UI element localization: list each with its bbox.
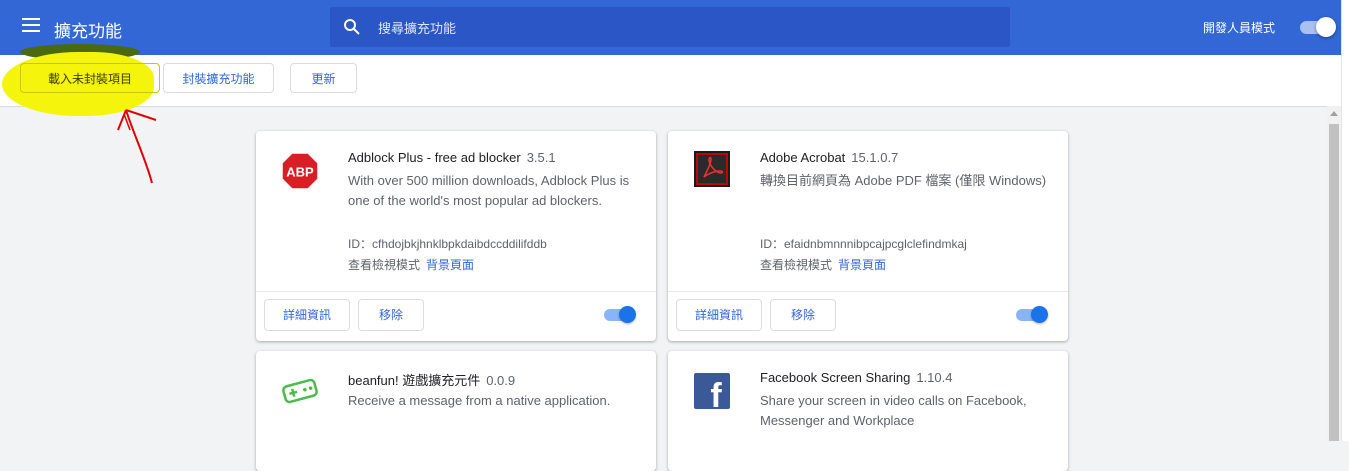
adobe-acrobat-icon (694, 151, 730, 187)
extension-card-facebook: f Facebook Screen Sharing 1.10.4 Share yo… (668, 351, 1068, 471)
window-edge (1341, 0, 1349, 441)
toggle-knob (1031, 306, 1048, 323)
hamburger-menu-icon[interactable] (22, 18, 40, 32)
extension-name-text: beanfun! 遊戲擴充元件 (348, 373, 481, 388)
extension-version: 1.10.4 (916, 370, 953, 385)
svg-text:f: f (710, 377, 722, 409)
background-page-link[interactable]: 背景頁面 (838, 258, 886, 272)
extension-card-adblock: ABP Adblock Plus - free ad blocker 3.5.1 … (256, 131, 656, 341)
background-page-link[interactable]: 背景頁面 (426, 258, 474, 272)
extension-name: Adblock Plus - free ad blocker 3.5.1 (348, 150, 556, 165)
update-button[interactable]: 更新 (290, 63, 357, 93)
extension-name-text: Facebook Screen Sharing (760, 370, 911, 385)
inspect-views-label: 查看檢視模式 (760, 258, 833, 272)
scroll-up-arrow-icon[interactable] (1330, 111, 1338, 116)
inspect-views: 查看檢視模式 背景頁面 (348, 256, 474, 273)
extension-version: 0.0.9 (486, 373, 516, 388)
load-unpacked-button[interactable]: 載入未封裝項目 (20, 63, 160, 93)
toggle-knob (619, 306, 636, 323)
extension-id: ID：cfhdojbkjhnklbpkdaibdccddilifddb (348, 237, 547, 251)
annotation-arrow-icon (117, 109, 157, 184)
vertical-scrollbar[interactable] (1327, 106, 1341, 441)
extension-version: 15.1.0.7 (851, 150, 899, 165)
facebook-icon: f (694, 373, 730, 415)
card-divider (256, 291, 656, 292)
extension-name: beanfun! 遊戲擴充元件 0.0.9 (348, 370, 515, 389)
search-bar[interactable] (330, 7, 1010, 47)
toggle-knob (1316, 17, 1336, 37)
card-divider (668, 291, 1068, 292)
developer-mode-label: 開發人員模式 (1203, 21, 1276, 35)
search-icon (344, 19, 360, 35)
extension-description: 轉換目前網頁為 Adobe PDF 檔案 (僅限 Windows) (760, 173, 1047, 188)
extension-version: 3.5.1 (526, 150, 556, 165)
pack-extension-button[interactable]: 封裝擴充功能 (163, 63, 274, 93)
extension-name: Facebook Screen Sharing 1.10.4 (760, 370, 952, 385)
extension-card-beanfun: beanfun! 遊戲擴充元件 0.0.9 Receive a message f… (256, 351, 656, 471)
remove-button[interactable]: 移除 (770, 299, 836, 331)
enable-toggle[interactable] (604, 306, 638, 324)
extension-card-acrobat: Adobe Acrobat 15.1.0.7 轉換目前網頁為 Adobe PDF … (668, 131, 1068, 341)
inspect-views: 查看檢視模式 背景頁面 (760, 256, 886, 273)
gamepad-icon (280, 371, 320, 411)
extension-name: Adobe Acrobat 15.1.0.7 (760, 150, 898, 165)
page-title: 擴充功能 (54, 22, 122, 41)
svg-text:ABP: ABP (286, 165, 314, 180)
extension-description: Receive a message from a native applicat… (348, 393, 611, 408)
enable-toggle[interactable] (1016, 306, 1050, 324)
top-app-bar: 擴充功能 開發人員模式 (0, 0, 1349, 55)
extension-name-text: Adblock Plus - free ad blocker (348, 150, 521, 165)
extension-name-text: Adobe Acrobat (760, 150, 846, 165)
developer-mode-toggle[interactable] (1300, 16, 1336, 38)
extension-description: With over 500 million downloads, Adblock… (348, 173, 630, 208)
abp-stop-sign-icon: ABP (280, 151, 320, 191)
scrollbar-thumb[interactable] (1329, 124, 1339, 441)
remove-button[interactable]: 移除 (358, 299, 424, 331)
extension-description: Share your screen in video calls on Face… (760, 393, 1027, 428)
extension-id: ID：efaidnbmnnnibpcajpcglclefindmkaj (760, 237, 967, 251)
search-input[interactable] (376, 17, 980, 39)
details-button[interactable]: 詳細資訊 (264, 299, 350, 331)
inspect-views-label: 查看檢視模式 (348, 258, 421, 272)
details-button[interactable]: 詳細資訊 (676, 299, 762, 331)
